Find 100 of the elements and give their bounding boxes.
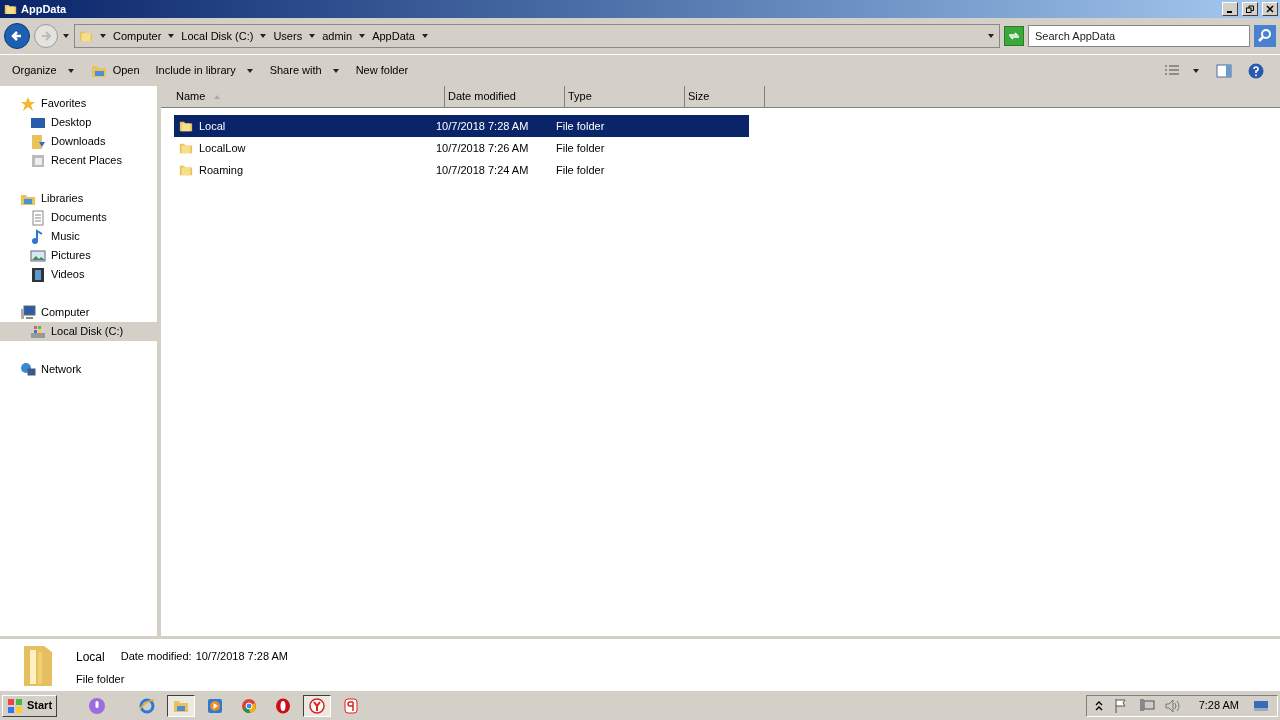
close-icon [1266,5,1274,13]
nav-label: Local Disk (C:) [51,324,124,340]
taskbar-app[interactable] [167,694,196,717]
play-icon [207,697,224,714]
browser-e-icon [139,697,156,714]
minimize-button[interactable] [1222,2,1238,16]
arrow-right-icon [40,30,52,42]
star-icon [20,95,36,112]
nav-item[interactable]: Pictures [0,246,157,265]
close-button[interactable] [1262,2,1278,16]
folder-icon [4,2,17,16]
column-header[interactable]: Type [565,86,685,107]
back-button[interactable] [4,23,30,49]
breadcrumb[interactable]: Local Disk (C:) [181,27,254,45]
toolbar-button[interactable]: Open [90,62,140,79]
nav-label: Computer [41,305,90,321]
caret-icon [308,32,317,40]
caret-icon [358,32,367,40]
yandex-icon [343,697,360,714]
nav-item[interactable]: Libraries [0,189,157,208]
file-row[interactable]: LocalLow 10/7/2018 7:26 AM File folder [174,137,749,159]
chevron-up-icon [1094,699,1103,712]
column-header[interactable]: Name [173,86,445,107]
toolbar-label: Share with [269,63,322,79]
nav-item[interactable]: Computer [0,303,157,322]
nav-item[interactable]: Documents [0,208,157,227]
column-header[interactable]: Size [685,86,765,107]
detail-name: Local [76,649,105,666]
address-bar[interactable]: Computer Local Disk (C:) Users admin AppData [74,24,1000,48]
toolbar-button[interactable]: Include in library [155,62,254,79]
nav-item[interactable]: Local Disk (C:) [0,322,157,341]
caret-icon [62,32,70,40]
nav-label: Desktop [51,115,92,131]
pane-icon [1216,62,1232,79]
breadcrumb[interactable]: AppData [372,27,415,45]
recent-places-icon [30,152,46,169]
breadcrumb[interactable]: admin [322,27,353,45]
file-name: Local [199,118,226,134]
computer-icon [20,304,36,321]
nav-label: Documents [51,210,107,226]
nav-label: Recent Places [51,153,122,169]
nav-item[interactable]: Favorites [0,94,157,113]
nav-label: Pictures [51,248,91,264]
toolbar-button[interactable]: Organize [12,62,75,79]
taskbar-app[interactable] [303,694,332,717]
detail-type: File folder [76,672,126,687]
search-button[interactable] [1254,25,1276,47]
detail-label: Date modified: [120,649,192,664]
help-icon [1248,62,1264,79]
network-icon [20,361,36,378]
type-cell-text: File folder [556,162,605,178]
search-field[interactable]: Search AppData [1028,25,1250,47]
nav-item[interactable]: Music [0,227,157,246]
download-folder-icon [30,133,46,150]
type-cell-text: File folder [556,140,605,156]
nav-item[interactable]: Desktop [0,113,157,132]
speaker-icon [1164,697,1181,714]
toolbar-label: Open [112,63,140,79]
arrow-left-icon [11,30,23,42]
start-button[interactable]: Start [2,694,58,717]
toolbar-button[interactable]: Share with [269,62,340,79]
toolbar-label: Organize [12,63,57,79]
file-row[interactable]: Roaming 10/7/2018 7:24 AM File folder [174,159,749,181]
date-cell-text: 10/7/2018 7:24 AM [436,162,530,178]
caret-icon [167,32,176,40]
caret-icon [987,32,995,40]
picture-icon [30,247,46,264]
nav-item[interactable]: Downloads [0,132,157,151]
detail-date: 10/7/2018 7:28 AM [195,649,288,664]
caret-icon [66,66,75,75]
chrome-icon [241,697,258,714]
toolbar-label: Include in library [155,63,236,79]
preview-pane-button[interactable] [1216,62,1232,79]
breadcrumb[interactable]: Computer [113,27,162,45]
yandex-browser-icon [309,697,326,714]
caret-icon [99,32,107,40]
nav-item[interactable]: Videos [0,265,157,284]
network-icon [1138,697,1155,714]
clock: 7:28 AM [1198,698,1239,714]
nav-item[interactable]: Recent Places [0,151,157,170]
caret-icon [259,32,268,40]
column-header[interactable]: Date modified [445,86,565,107]
microphone-icon [89,697,106,714]
refresh-button[interactable] [1004,26,1024,46]
type-cell-text: File folder [556,118,605,134]
search-icon [1257,28,1273,44]
file-row[interactable]: Local 10/7/2018 7:28 AM File folder [174,115,749,137]
nav-label: Downloads [51,134,106,150]
help-button[interactable] [1248,62,1264,79]
file-name: LocalLow [199,140,246,156]
toolbar-button[interactable]: New folder [355,62,409,79]
caret-icon [331,66,340,75]
nav-label: Favorites [41,96,87,112]
nav-label: Videos [51,267,85,283]
breadcrumb[interactable]: Users [273,27,303,45]
flag-icon [1112,697,1129,714]
nav-label: Libraries [41,191,84,207]
nav-item[interactable]: Network [0,360,157,379]
windows-logo-icon [7,697,23,714]
restore-button[interactable] [1242,2,1258,16]
